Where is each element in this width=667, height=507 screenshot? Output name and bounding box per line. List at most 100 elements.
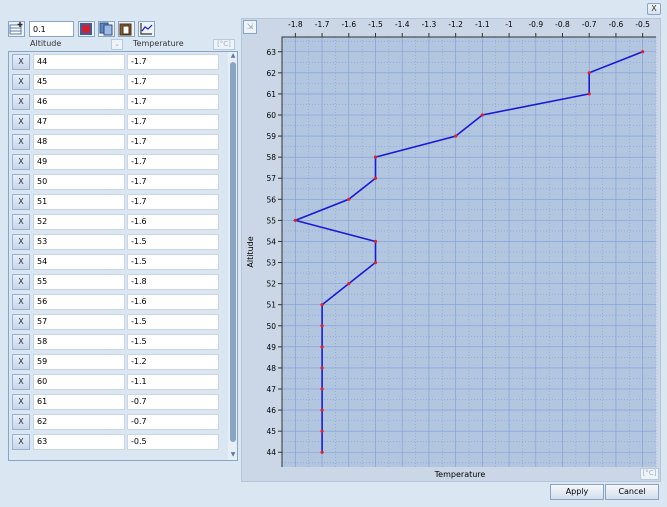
altitude-cell[interactable]: 50 (33, 174, 125, 190)
apply-button[interactable]: Apply (550, 484, 604, 500)
altitude-cell[interactable]: 47 (33, 114, 125, 130)
temperature-cell[interactable]: -1.1 (127, 374, 219, 390)
scrollbar-thumb[interactable] (230, 62, 236, 442)
temperature-cell[interactable]: -1.7 (127, 114, 219, 130)
data-point[interactable] (373, 260, 378, 265)
data-point[interactable] (373, 155, 378, 159)
delete-row-button[interactable]: X (12, 94, 30, 110)
close-button[interactable]: X (647, 3, 661, 15)
delete-row-button[interactable]: X (12, 254, 30, 270)
delete-row-button[interactable]: X (12, 394, 30, 410)
temperature-cell[interactable]: -1.5 (127, 314, 219, 330)
delete-row-button[interactable]: X (12, 114, 30, 130)
scroll-down-icon[interactable]: ▼ (228, 451, 237, 460)
delete-row-button[interactable]: X (12, 54, 30, 70)
scroll-up-icon[interactable]: ▲ (228, 52, 237, 61)
altitude-cell[interactable]: 45 (33, 74, 125, 90)
delete-row-button[interactable]: X (12, 234, 30, 250)
temperature-cell[interactable]: -0.7 (127, 414, 219, 430)
temperature-cell[interactable]: -1.5 (127, 234, 219, 250)
y-tick-label: 53 (266, 259, 276, 268)
temperature-cell[interactable]: -1.6 (127, 214, 219, 230)
data-point[interactable] (320, 303, 324, 307)
column-menu-icon[interactable]: ⌄ (111, 39, 123, 50)
chart-button[interactable] (138, 21, 155, 37)
altitude-cell[interactable]: 44 (33, 54, 125, 70)
table-row: X 48 -1.7 (9, 132, 229, 152)
delete-row-button[interactable]: X (12, 134, 30, 150)
delete-row-button[interactable]: X (12, 334, 30, 350)
data-point[interactable] (293, 218, 297, 222)
data-point[interactable] (587, 92, 591, 96)
altitude-cell[interactable]: 59 (33, 354, 125, 370)
data-point[interactable] (373, 239, 378, 244)
altitude-cell[interactable]: 60 (33, 374, 125, 390)
altitude-cell[interactable]: 51 (33, 194, 125, 210)
data-point[interactable] (320, 429, 324, 433)
data-point[interactable] (641, 50, 645, 54)
altitude-cell[interactable]: 62 (33, 414, 125, 430)
y-tick-label: 51 (266, 301, 276, 310)
delete-row-button[interactable]: X (12, 274, 30, 290)
data-point[interactable] (347, 282, 351, 286)
temperature-cell[interactable]: -1.7 (127, 154, 219, 170)
temperature-cell[interactable]: -1.5 (127, 334, 219, 350)
temperature-cell[interactable]: -1.8 (127, 274, 219, 290)
data-point[interactable] (587, 71, 591, 75)
altitude-cell[interactable]: 53 (33, 234, 125, 250)
data-point[interactable] (347, 197, 351, 201)
data-point[interactable] (480, 113, 484, 117)
step-input[interactable] (29, 21, 74, 37)
data-point[interactable] (320, 450, 324, 454)
data-point[interactable] (320, 324, 324, 328)
altitude-cell[interactable]: 57 (33, 314, 125, 330)
delete-row-button[interactable]: X (12, 434, 30, 450)
data-point[interactable] (320, 366, 324, 370)
temperature-cell[interactable]: -1.5 (127, 254, 219, 270)
altitude-cell[interactable]: 63 (33, 434, 125, 450)
delete-row-button[interactable]: X (12, 374, 30, 390)
color-grid-button[interactable] (78, 21, 95, 37)
temperature-cell[interactable]: -1.7 (127, 74, 219, 90)
altitude-cell[interactable]: 58 (33, 334, 125, 350)
temperature-cell[interactable]: -1.6 (127, 294, 219, 310)
delete-row-button[interactable]: X (12, 314, 30, 330)
temperature-cell[interactable]: -0.5 (127, 434, 219, 450)
temperature-altitude-chart[interactable]: -1.8 -1.7 -1.6 -1.5 -1.4 -1.3 -1.2 -1.1 -1 -0.9 -0… (242, 19, 662, 483)
data-point[interactable] (320, 387, 324, 391)
delete-row-button[interactable]: X (12, 354, 30, 370)
data-point[interactable] (320, 408, 324, 412)
delete-row-button[interactable]: X (12, 174, 30, 190)
vertical-scrollbar[interactable]: ▲ ▼ (228, 52, 237, 460)
altitude-cell[interactable]: 55 (33, 274, 125, 290)
temperature-cell[interactable]: -1.7 (127, 54, 219, 70)
temperature-cell[interactable]: -1.7 (127, 174, 219, 190)
delete-row-button[interactable]: X (12, 414, 30, 430)
data-point[interactable] (454, 134, 458, 138)
temperature-cell[interactable]: -0.7 (127, 394, 219, 410)
altitude-cell[interactable]: 46 (33, 94, 125, 110)
delete-row-button[interactable]: X (12, 154, 30, 170)
altitude-cell[interactable]: 49 (33, 154, 125, 170)
add-row-button[interactable] (8, 21, 25, 37)
collapse-icon[interactable]: ⇲ (243, 20, 257, 34)
temperature-cell[interactable]: -1.7 (127, 134, 219, 150)
altitude-cell[interactable]: 52 (33, 214, 125, 230)
altitude-cell[interactable]: 56 (33, 294, 125, 310)
altitude-cell[interactable]: 61 (33, 394, 125, 410)
delete-row-button[interactable]: X (12, 194, 30, 210)
delete-row-button[interactable]: X (12, 74, 30, 90)
delete-row-button[interactable]: X (12, 214, 30, 230)
data-point[interactable] (373, 176, 378, 180)
copy-button[interactable] (98, 21, 115, 37)
temperature-cell[interactable]: -1.7 (127, 194, 219, 210)
cancel-button[interactable]: Cancel (605, 484, 659, 500)
data-point[interactable] (320, 345, 324, 349)
delete-row-button[interactable]: X (12, 294, 30, 310)
x-axis-ticks: -1.8 -1.7 -1.6 -1.5 -1.4 -1.3 -1.2 -1.1 -1 -0.9 -0… (288, 20, 650, 37)
paste-button[interactable] (118, 21, 135, 37)
temperature-cell[interactable]: -1.7 (127, 94, 219, 110)
altitude-cell[interactable]: 48 (33, 134, 125, 150)
temperature-cell[interactable]: -1.2 (127, 354, 219, 370)
altitude-cell[interactable]: 54 (33, 254, 125, 270)
